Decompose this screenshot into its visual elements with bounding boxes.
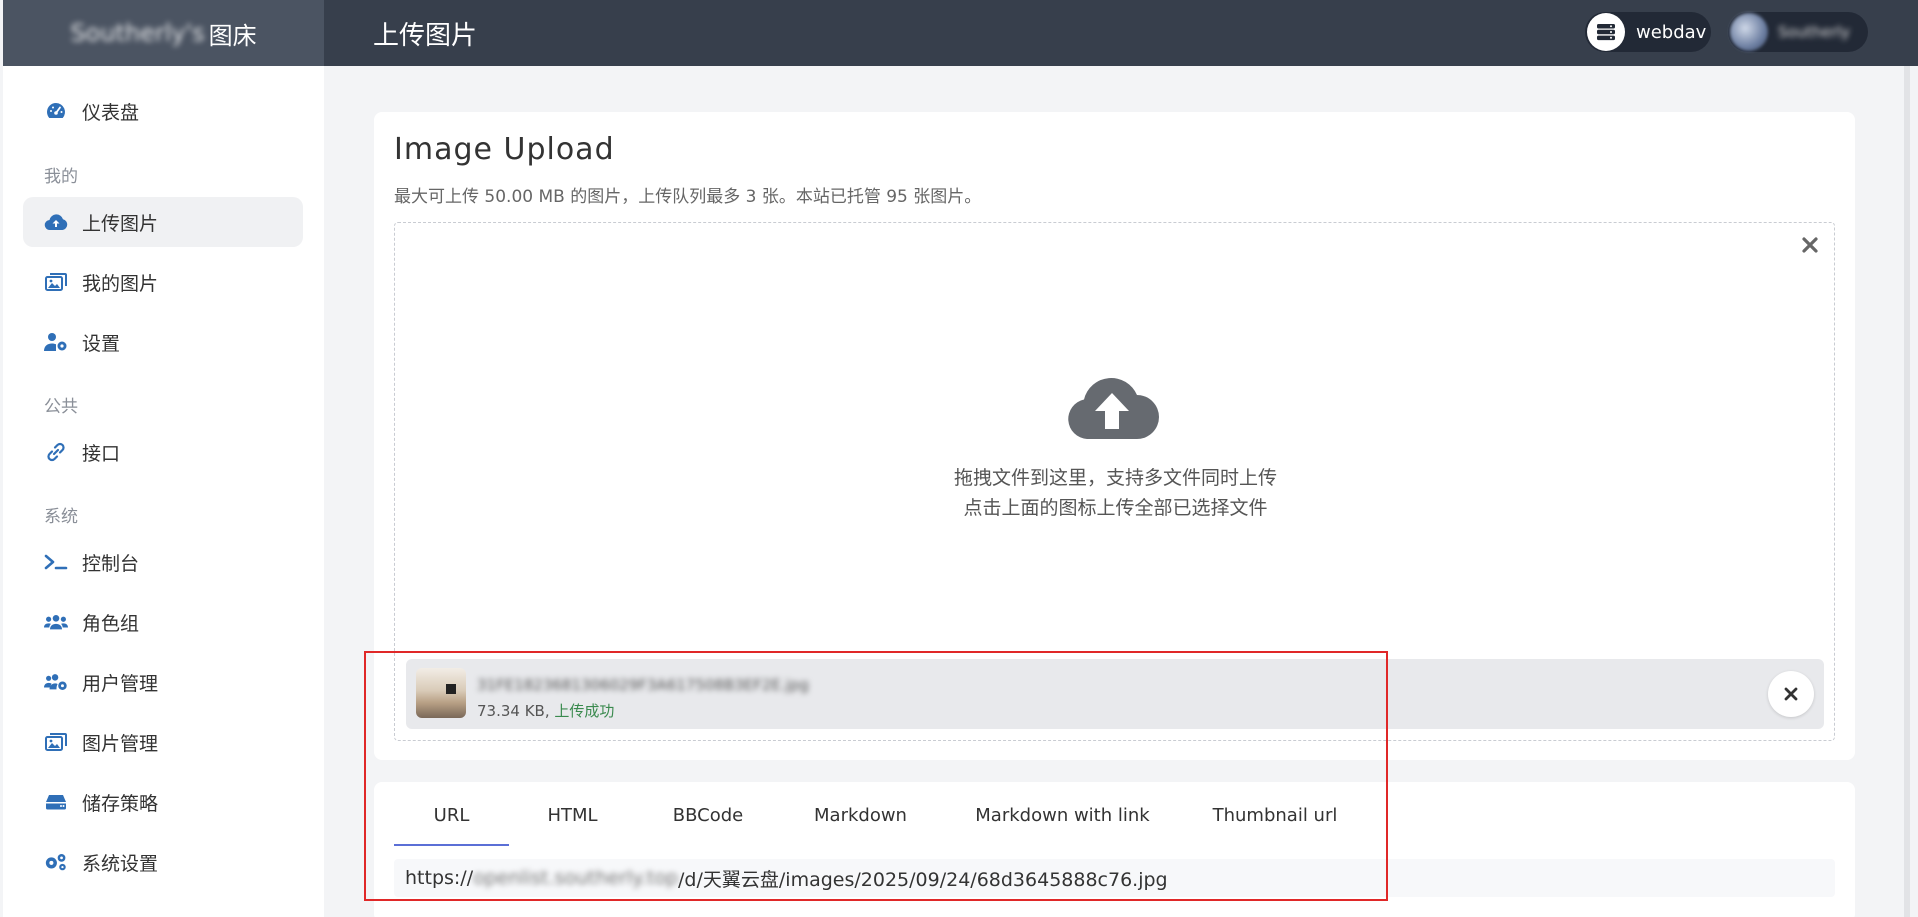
sidebar-item-label: 接口 [82, 442, 121, 465]
users-gear-icon [44, 670, 68, 694]
gears-icon [44, 850, 68, 874]
link-icon [44, 440, 68, 464]
drop-hint-line2: 点击上面的图标上传全部已选择文件 [963, 497, 1268, 519]
sidebar-item-storage-policy[interactable]: 储存策略 [23, 777, 303, 827]
page-title: 上传图片 [373, 21, 478, 51]
drop-hint-line1: 拖拽文件到这里，支持多文件同时上传 [953, 467, 1277, 489]
sidebar-item-label: 角色组 [82, 612, 140, 635]
top-header: Southerly's 图床 上传图片 webdav Southerly [3, 0, 1918, 66]
sidebar-item-label: 储存策略 [82, 792, 159, 815]
close-icon [1802, 237, 1818, 253]
storage-label: webdav [1636, 21, 1707, 43]
remove-file-button[interactable] [1768, 671, 1814, 717]
sidebar-item-label: 我的图片 [82, 272, 159, 295]
clear-queue-button[interactable] [1796, 231, 1824, 259]
server-icon [1587, 13, 1625, 51]
brand-logo[interactable]: Southerly's 图床 [3, 0, 324, 66]
sidebar-item-upload[interactable]: 上传图片 [23, 197, 303, 247]
sidebar-item-label: 图片管理 [82, 732, 159, 755]
sidebar-item-label: 控制台 [82, 552, 140, 575]
sidebar-item-dashboard[interactable]: 仪表盘 [23, 86, 303, 136]
storage-switch-button[interactable]: webdav [1585, 12, 1711, 52]
hdd-icon [44, 790, 68, 814]
sidebar-item-label: 上传图片 [82, 212, 159, 235]
sidebar-item-roles[interactable]: 角色组 [23, 597, 303, 647]
avatar [1730, 13, 1768, 51]
upload-all-button[interactable] [1065, 373, 1159, 441]
upload-limits-text: 最大可上传 50.00 MB 的图片，上传队列最多 3 张。本站已托管 95 张… [394, 187, 982, 207]
terminal-icon [44, 550, 68, 574]
cloud-upload-icon [1068, 377, 1159, 439]
sidebar-item-label: 用户管理 [82, 672, 159, 695]
images-icon [44, 730, 68, 754]
sidebar-item-label: 系统设置 [82, 852, 159, 875]
images-icon [44, 270, 68, 294]
sidebar-item-image-management[interactable]: 图片管理 [23, 717, 303, 767]
sidebar-item-label: 设置 [82, 332, 121, 355]
section-label-public: 公共 [44, 397, 78, 417]
dashboard-icon [44, 99, 68, 123]
sidebar: 仪表盘 我的 上传图片 我的图片 设置 公共 接口 系统 控制台 角色组 用户管… [3, 66, 324, 917]
sidebar-item-system-settings[interactable]: 系统设置 [23, 837, 303, 887]
brand-suffix: 图床 [208, 21, 257, 50]
user-menu-button[interactable]: Southerly [1728, 12, 1868, 52]
section-label-system: 系统 [44, 507, 78, 527]
sidebar-item-console[interactable]: 控制台 [23, 537, 303, 587]
sidebar-item-api[interactable]: 接口 [23, 427, 303, 477]
users-icon [44, 610, 68, 634]
cloud-upload-icon [44, 210, 68, 234]
section-label-mine: 我的 [44, 167, 78, 187]
upload-title: Image Upload [394, 132, 615, 167]
annotation-highlight-box [364, 651, 1388, 901]
user-name: Southerly [1778, 23, 1851, 41]
user-gear-icon [44, 330, 68, 354]
page-scrollbar[interactable] [1904, 66, 1910, 917]
sidebar-item-my-images[interactable]: 我的图片 [23, 257, 303, 307]
sidebar-item-label: 仪表盘 [82, 101, 140, 124]
sidebar-item-user-management[interactable]: 用户管理 [23, 657, 303, 707]
brand-name: Southerly's [70, 19, 205, 47]
sidebar-item-settings[interactable]: 设置 [23, 317, 303, 367]
close-icon [1784, 687, 1798, 701]
